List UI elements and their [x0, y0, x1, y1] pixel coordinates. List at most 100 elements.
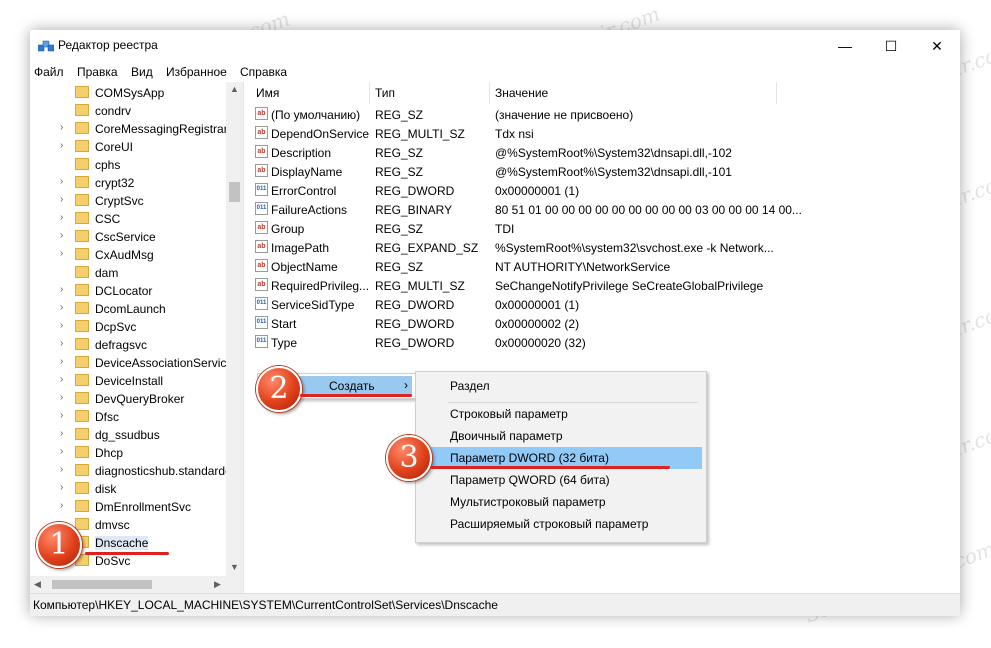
submenu-item[interactable]: Параметр QWORD (64 бита) — [418, 469, 702, 491]
submenu-item[interactable]: Строковый параметр — [418, 403, 702, 425]
chevron-right-icon[interactable]: › — [60, 302, 63, 313]
tree-item[interactable]: › DcomLaunch — [30, 300, 243, 318]
tree-item[interactable]: › defragsvc — [30, 336, 243, 354]
chevron-right-icon[interactable]: › — [60, 374, 63, 385]
tree-item[interactable]: › DmEnrollmentSvc — [30, 498, 243, 516]
value-type: REG_MULTI_SZ — [375, 127, 465, 141]
submenu-item-label: Параметр DWORD (32 бита) — [450, 451, 609, 465]
tree-vertical-scrollbar[interactable]: ▲ ▼ — [226, 82, 243, 576]
menu-view[interactable]: Вид — [131, 65, 153, 79]
column-divider[interactable] — [369, 82, 370, 104]
title-bar[interactable]: Редактор реестра — ☐ ✕ — [30, 30, 960, 62]
chevron-right-icon[interactable]: › — [60, 356, 63, 367]
binary-value-icon: 011 — [255, 316, 268, 329]
tree-item[interactable]: › DcpSvc — [30, 318, 243, 336]
value-name: Start — [271, 317, 297, 331]
submenu-item[interactable]: Раздел — [418, 375, 702, 397]
string-value-icon: ab — [255, 221, 268, 234]
value-row[interactable]: 011 Type REG_DWORD 0x00000020 (32) — [249, 334, 960, 353]
column-header-name[interactable]: Имя — [256, 86, 279, 100]
close-button[interactable]: ✕ — [914, 30, 960, 62]
tree-item[interactable]: › CSC — [30, 210, 243, 228]
chevron-right-icon[interactable]: › — [60, 194, 63, 205]
column-header-data[interactable]: Значение — [495, 86, 548, 100]
scroll-down-icon[interactable]: ▼ — [230, 562, 239, 572]
tree-horizontal-scrollbar[interactable]: ◀ ▶ — [30, 576, 243, 593]
menu-favorites[interactable]: Избранное — [166, 65, 227, 79]
chevron-right-icon[interactable]: › — [60, 500, 63, 511]
maximize-button[interactable]: ☐ — [868, 30, 914, 62]
tree-item[interactable]: › dg_ssudbus — [30, 426, 243, 444]
tree-item[interactable]: › CoreMessagingRegistrar — [30, 120, 243, 138]
tree-item[interactable]: › CoreUI — [30, 138, 243, 156]
string-value-icon: ab — [255, 145, 268, 158]
scroll-left-icon[interactable]: ◀ — [34, 579, 41, 590]
chevron-right-icon[interactable]: › — [60, 482, 63, 493]
tree-item[interactable]: › CxAudMsg — [30, 246, 243, 264]
chevron-right-icon[interactable]: › — [60, 212, 63, 223]
tree-item[interactable]: › CscService — [30, 228, 243, 246]
submenu-item[interactable]: Мультистроковый параметр — [418, 491, 702, 513]
value-row[interactable]: ab ObjectName REG_SZ NT AUTHORITY\NetworkSe… — [249, 258, 960, 277]
chevron-right-icon[interactable]: › — [60, 428, 63, 439]
submenu-separator — [448, 402, 698, 403]
tree-item[interactable]: › DeviceAssociationService — [30, 354, 243, 372]
value-row[interactable]: 011 ErrorControl REG_DWORD 0x00000001 (1) — [249, 182, 960, 201]
submenu-item[interactable]: Расширяемый строковый параметр — [418, 513, 702, 535]
chevron-right-icon[interactable]: › — [60, 320, 63, 331]
tree-item[interactable]: dam — [30, 264, 243, 282]
minimize-button[interactable]: — — [822, 30, 868, 62]
tree-scroll-thumb[interactable] — [229, 182, 240, 202]
chevron-right-icon[interactable]: › — [60, 410, 63, 421]
chevron-right-icon[interactable]: › — [60, 140, 63, 151]
value-row[interactable]: ab ImagePath REG_EXPAND_SZ %SystemRoot%\sys… — [249, 239, 960, 258]
chevron-right-icon[interactable]: › — [60, 392, 63, 403]
chevron-right-icon[interactable]: › — [60, 248, 63, 259]
submenu-item[interactable]: Двоичный параметр — [418, 425, 702, 447]
value-row[interactable]: ab (По умолчанию) REG_SZ (значение не присв… — [249, 106, 960, 125]
tree-item[interactable]: › DeviceInstall — [30, 372, 243, 390]
tree-item[interactable]: condrv — [30, 102, 243, 120]
tree-item[interactable]: › disk — [30, 480, 243, 498]
scroll-right-icon[interactable]: ▶ — [214, 579, 221, 590]
column-divider[interactable] — [776, 82, 777, 104]
value-row[interactable]: ab DependOnService REG_MULTI_SZ Tdx nsi — [249, 125, 960, 144]
menu-help[interactable]: Справка — [240, 65, 287, 79]
tree-hscroll-thumb[interactable] — [52, 580, 152, 589]
value-row[interactable]: 011 ServiceSidType REG_DWORD 0x00000001 (1) — [249, 296, 960, 315]
tree-item[interactable]: › DevQueryBroker — [30, 390, 243, 408]
value-row[interactable]: 011 Start REG_DWORD 0x00000002 (2) — [249, 315, 960, 334]
tree-item[interactable]: cphs — [30, 156, 243, 174]
value-row[interactable]: ab Description REG_SZ @%SystemRoot%\System3… — [249, 144, 960, 163]
tree-item[interactable]: › Dfsc — [30, 408, 243, 426]
menu-edit[interactable]: Правка — [77, 65, 118, 79]
value-row[interactable]: 011 FailureActions REG_BINARY 80 51 01 00 0… — [249, 201, 960, 220]
value-data: @%SystemRoot%\System32\dnsapi.dll,-101 — [495, 165, 732, 179]
registry-tree[interactable]: COMSysApp condrv › CoreMessagingRegistrar › C… — [30, 82, 244, 593]
chevron-right-icon[interactable]: › — [60, 464, 63, 475]
value-data: 0x00000001 (1) — [495, 184, 580, 198]
value-row[interactable]: ab DisplayName REG_SZ @%SystemRoot%\System3… — [249, 163, 960, 182]
tree-item[interactable]: › Dhcp — [30, 444, 243, 462]
chevron-right-icon[interactable]: › — [60, 284, 63, 295]
value-row[interactable]: ab RequiredPrivileg... REG_MULTI_SZ SeChang… — [249, 277, 960, 296]
tree-item-label: Dnscache — [95, 536, 149, 550]
tree-item[interactable]: › CryptSvc — [30, 192, 243, 210]
folder-icon — [75, 212, 89, 224]
chevron-right-icon[interactable]: › — [60, 446, 63, 457]
tree-item[interactable]: › diagnosticshub.standardcollector — [30, 462, 243, 480]
chevron-right-icon[interactable]: › — [60, 230, 63, 241]
tree-item[interactable]: › DCLocator — [30, 282, 243, 300]
column-header-type[interactable]: Тип — [375, 86, 395, 100]
tree-item[interactable]: COMSysApp — [30, 84, 243, 102]
chevron-right-icon[interactable]: › — [60, 338, 63, 349]
chevron-right-icon[interactable]: › — [60, 176, 63, 187]
chevron-right-icon[interactable]: › — [60, 122, 63, 133]
tree-item-label: CxAudMsg — [95, 248, 154, 262]
value-data: %SystemRoot%\system32\svchost.exe -k Net… — [495, 241, 774, 255]
menu-file[interactable]: Файл — [34, 65, 64, 79]
column-divider[interactable] — [489, 82, 490, 104]
scroll-up-icon[interactable]: ▲ — [230, 84, 239, 94]
tree-item[interactable]: › crypt32 — [30, 174, 243, 192]
value-row[interactable]: ab Group REG_SZ TDI — [249, 220, 960, 239]
